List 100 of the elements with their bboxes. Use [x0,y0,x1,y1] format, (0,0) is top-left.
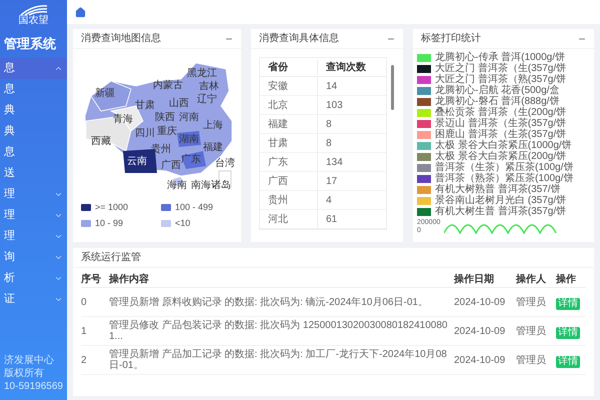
legend-label: 太极 景谷大白茶紧压(200g/饼 [435,152,566,162]
province-label: 新疆 [95,89,115,99]
table-cell-text: 103 [325,98,344,112]
table-cell-text: 0 [81,296,88,310]
column-header: 操作内容 [109,272,150,287]
submenu-item[interactable]: 典 [0,100,67,120]
table-cell-text: 1 [81,324,88,338]
logo-text: 国农望 [18,16,48,26]
menu-item[interactable]: 理 [0,226,67,246]
legend-label: 叠松贡茶 普洱茶（生(200g/饼 [435,108,566,118]
card-title: 系统运行监管 [81,250,141,265]
table-cell-text: 管理员 [516,324,547,338]
province-label: 内蒙古 [153,81,183,91]
table-cell-text: 134 [325,156,344,170]
column-header: 操作日期 [454,272,495,287]
table-cell-text: 8 [325,118,333,132]
province-label: 吉林 [199,82,219,92]
submenu-item[interactable]: 息 [0,78,67,100]
legend-label: 有机大树生普 普洱茶(357g/饼 [435,207,566,217]
column-header: 操作 [556,272,577,287]
menu-item[interactable]: 析 [0,268,67,288]
legend-label: 景谷南山老树月光白 (357g/饼 [435,196,566,206]
province-label: 上海 [203,121,223,131]
table-cell-text: 管理员修改 产品包装记录 的数据: 批次码为 125000130200300801824100801... [109,320,448,342]
table-cell: 安徽 [260,76,318,96]
submenu-item[interactable]: 息 [0,142,67,162]
province-label: 福建 [203,143,223,153]
province-label: 云南 [127,157,147,167]
province-label: 海南 [167,181,187,191]
table-cell: 贵州 [260,190,318,210]
footer-text: 10-59196569 [4,381,63,392]
table-cell-text: 2024-10-09 [454,324,506,338]
table-cell: 北京 [260,96,318,114]
legend-label: 10 - 99 [95,216,124,230]
submenu-item[interactable]: 送 [0,162,67,184]
card-title: 消费查询地图信息 [81,32,161,46]
submenu-item[interactable]: 典 [0,120,67,142]
legend-label: <10 [175,216,190,230]
menu-item[interactable]: 证 [0,288,67,310]
province-label: 黑龙江 [187,69,217,79]
table-cell-text: 管理员 [516,354,547,368]
home-icon[interactable] [75,6,86,18]
legend-label: 景迈山 普洱茶（生茶(357g/饼 [435,119,566,129]
table-cell: 福建 [260,114,318,134]
legend-label: >= 1000 [95,201,128,214]
table-cell-text: 61 [325,212,338,226]
province-label: 甘肃 [135,101,155,111]
logo-icon [18,4,48,16]
legend-label: 100 - 499 [175,201,214,214]
province-label: 台湾 [215,159,235,169]
province-label: 广东 [181,155,201,165]
province-label: 贵州 [151,145,171,155]
province-label: 西藏 [91,137,111,147]
menu-item[interactable]: 理 [0,184,67,204]
province-label: 广西 [161,161,181,171]
table-cell-text: 2024-10-09 [454,354,506,368]
footer-text: 济发展中心 [4,355,55,366]
column-header: 省份 [260,60,318,74]
province-label: 四川 [135,129,155,139]
province-label: 南海诸岛 [191,181,231,191]
province-label: 湖南 [179,135,199,145]
province-label: 重庆 [157,127,177,137]
legend-label: 普洱茶（熟茶）紧压茶(100g/饼 [435,174,574,184]
menu-item[interactable]: 询 [0,246,67,268]
card-title: 消费查询具体信息 [259,32,339,46]
card-title: 标签打印统计 [421,32,481,46]
table-cell-text: 管理员新增 产品加工记录 的数据: 批次码为: 加工厂-龙行天下-2024年10月08日-01。 [109,349,448,371]
table-cell: 广东 [260,152,318,172]
province-label: 陕西 [155,113,175,123]
detail-button[interactable]: 详情 [556,298,580,310]
column-header: 序号 [81,272,102,287]
legend-label: 龙腾初心-磐石 普洱(888g/饼 [435,97,560,107]
menu-item[interactable]: 息 [0,58,67,78]
table-cell-text: 管理员 [516,296,547,310]
legend-label: 普洱茶（生茶）紧压茶(100g/饼 [435,163,574,173]
province-label: 河南 [179,113,199,123]
table-cell-text: 17 [325,174,338,188]
column-header: 查询次数 [325,60,367,74]
legend-label: 大匠之门 普洱茶（熟(357g/饼 [435,75,566,85]
legend-label: 困鹿山 普洱茶（生茶(357g/饼 [435,130,566,140]
legend-label: 有机大树熟普 普洱茶(357/饼 [435,185,561,195]
table-cell: 河北 [260,210,318,228]
table-cell-text: 管理员新增 原料收购记录 的数据: 批次码为: 镝沅-2024年10月06日-01。 [109,296,429,308]
detail-button[interactable]: 详情 [556,356,580,368]
legend-label: 大匠之门 普洱茶（生(357g/饼 [435,64,566,74]
legend-label: 龙腾初心-启航 花香(500g/盒 [435,86,560,96]
system-title: 管理系统 [3,35,57,53]
menu-item[interactable]: 理 [0,204,67,226]
table-cell-text: 2 [81,354,88,368]
table-cell-text: 14 [325,80,338,94]
table-cell: 广西 [260,172,318,190]
table-cell-text: 2024-10-09 [454,296,506,310]
detail-button[interactable]: 详情 [556,327,580,339]
province-label: 青海 [113,115,133,125]
province-label: 辽宁 [197,95,217,105]
footer-text: 版权所有 [4,368,45,379]
legend-label: 太极 景谷大白茶紧压(1000g/饼 [435,141,572,151]
table-cell-text: 4 [325,194,333,208]
column-header: 操作人 [516,272,547,287]
table-cell-text: 8 [325,136,333,150]
